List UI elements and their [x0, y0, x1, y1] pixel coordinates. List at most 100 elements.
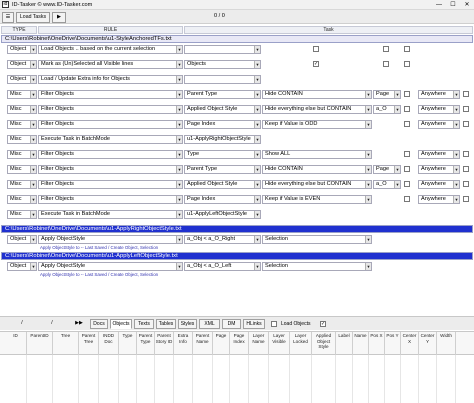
param2-select[interactable]: Hide CONTAIN ▼	[262, 165, 372, 174]
dropdown-arrow-icon[interactable]: ▼	[176, 46, 182, 53]
param1-select[interactable]: ▼	[184, 75, 261, 84]
param3-select[interactable]: Page ▼	[373, 165, 401, 174]
column-header-type[interactable]: Type	[119, 332, 137, 355]
dropdown-arrow-icon[interactable]: ▼	[453, 91, 459, 98]
checkbox[interactable]	[404, 61, 410, 67]
type-select[interactable]: Object ▼	[7, 235, 37, 244]
tab-styles[interactable]: Styles	[178, 319, 197, 329]
checkbox[interactable]	[463, 91, 469, 97]
type-select[interactable]: Misc ▼	[7, 105, 37, 114]
checkbox[interactable]	[404, 196, 410, 202]
dropdown-arrow-icon[interactable]: ▼	[254, 136, 260, 143]
dropdown-arrow-icon[interactable]: ▼	[30, 91, 36, 98]
checkbox[interactable]	[463, 121, 469, 127]
column-header-layer-visible[interactable]: Layer Visible	[269, 332, 290, 355]
type-select[interactable]: Misc ▼	[7, 210, 37, 219]
dropdown-arrow-icon[interactable]: ▼	[30, 136, 36, 143]
dropdown-arrow-icon[interactable]: ▼	[30, 151, 36, 158]
tab-dm[interactable]: DM	[222, 319, 241, 329]
column-header-parentid[interactable]: ParentID	[27, 332, 53, 355]
dropdown-arrow-icon[interactable]: ▼	[176, 121, 182, 128]
type-select[interactable]: Misc ▼	[7, 180, 37, 189]
dropdown-arrow-icon[interactable]: ▼	[365, 181, 371, 188]
column-header-layer-name[interactable]: Layer Name	[249, 332, 269, 355]
scope-select[interactable]: Anywhere ▼	[418, 165, 460, 174]
dropdown-arrow-icon[interactable]: ▼	[30, 196, 36, 203]
dropdown-arrow-icon[interactable]: ▼	[365, 166, 371, 173]
param1-select[interactable]: Objects ▼	[184, 60, 261, 69]
dropdown-arrow-icon[interactable]: ▼	[176, 181, 182, 188]
tab-xml[interactable]: XML	[199, 319, 220, 329]
checkbox[interactable]	[383, 61, 389, 67]
run-icon[interactable]: ▶	[52, 12, 66, 23]
dropdown-arrow-icon[interactable]: ▼	[176, 263, 182, 270]
menu-icon[interactable]: ☰	[2, 12, 14, 23]
checkbox[interactable]	[404, 121, 410, 127]
tab-tables[interactable]: Tables	[156, 319, 176, 329]
column-header-label[interactable]: Label	[336, 332, 353, 355]
dropdown-arrow-icon[interactable]: ▼	[30, 211, 36, 218]
type-select[interactable]: Object ▼	[7, 75, 37, 84]
column-header-parent-tree[interactable]: Parent Tree	[79, 332, 99, 355]
param2-select[interactable]: Keep if Value is ODD ▼	[262, 120, 372, 129]
dropdown-arrow-icon[interactable]: ▼	[254, 46, 260, 53]
dropdown-arrow-icon[interactable]: ▼	[176, 211, 182, 218]
dropdown-arrow-icon[interactable]: ▼	[254, 61, 260, 68]
scope-select[interactable]: Anywhere ▼	[418, 195, 460, 204]
rule-select[interactable]: Filter Objects ▼	[38, 90, 183, 99]
dropdown-arrow-icon[interactable]: ▼	[30, 236, 36, 243]
param2-select[interactable]: Show ALL ▼	[262, 150, 372, 159]
dropdown-arrow-icon[interactable]: ▼	[365, 121, 371, 128]
dropdown-arrow-icon[interactable]: ▼	[453, 106, 459, 113]
column-header-parent-name[interactable]: Parent Name	[193, 332, 213, 355]
param1-select[interactable]: u1-ApplyLeftObjectStyle ▼	[184, 210, 261, 219]
param2-select[interactable]: Selection ▼	[262, 262, 372, 271]
checkbox[interactable]	[463, 166, 469, 172]
param3-select[interactable]: a_O ▼	[373, 180, 401, 189]
rule-select[interactable]: Filter Objects ▼	[38, 195, 183, 204]
nav-prev-button[interactable]: /	[44, 319, 60, 329]
maximize-icon[interactable]: ☐	[446, 0, 460, 10]
dropdown-arrow-icon[interactable]: ▼	[30, 263, 36, 270]
close-icon[interactable]: ✕	[460, 0, 474, 10]
dropdown-arrow-icon[interactable]: ▼	[176, 76, 182, 83]
param3-select[interactable]: a_O ▼	[373, 105, 401, 114]
dropdown-arrow-icon[interactable]: ▼	[176, 236, 182, 243]
scope-select[interactable]: Anywhere ▼	[418, 150, 460, 159]
dropdown-arrow-icon[interactable]: ▼	[30, 181, 36, 188]
checkbox[interactable]	[404, 151, 410, 157]
scope-select[interactable]: Anywhere ▼	[418, 180, 460, 189]
rule-select[interactable]: Filter Objects ▼	[38, 150, 183, 159]
dropdown-arrow-icon[interactable]: ▼	[176, 136, 182, 143]
param2-select[interactable]: Keep if Value is EVEN ▼	[262, 195, 372, 204]
dropdown-arrow-icon[interactable]: ▼	[453, 196, 459, 203]
load-objects-toggle[interactable]: ✓	[320, 321, 326, 327]
rule-select[interactable]: Apply ObjectStyle ▼	[38, 262, 183, 271]
dropdown-arrow-icon[interactable]: ▼	[254, 181, 260, 188]
param1-select[interactable]: u1-ApplyRightObjectStyle ▼	[184, 135, 261, 144]
dropdown-arrow-icon[interactable]: ▼	[365, 236, 371, 243]
tab-texts[interactable]: Texts	[134, 319, 154, 329]
column-header-layer-locked[interactable]: Layer Locked	[290, 332, 312, 355]
tab-objects[interactable]: Objects	[110, 319, 132, 329]
checkbox[interactable]	[463, 196, 469, 202]
rule-select[interactable]: Execute Task in BatchMode ▼	[38, 210, 183, 219]
scope-select[interactable]: Anywhere ▼	[418, 90, 460, 99]
column-header-indd-doc[interactable]: INDD Doc	[99, 332, 119, 355]
param1-select[interactable]: Page Index ▼	[184, 120, 261, 129]
param1-select[interactable]: Applied Object Style ▼	[184, 180, 261, 189]
column-header-page[interactable]: Page	[213, 332, 230, 355]
tab-docs[interactable]: Docs	[90, 319, 108, 329]
minimize-icon[interactable]: —	[432, 0, 446, 10]
dropdown-arrow-icon[interactable]: ▼	[176, 61, 182, 68]
dropdown-arrow-icon[interactable]: ▼	[30, 106, 36, 113]
rule-select[interactable]: Mark as (Un)Selected all Visible lines ▼	[38, 60, 183, 69]
dropdown-arrow-icon[interactable]: ▼	[30, 46, 36, 53]
column-header-applied-object-style[interactable]: Applied Object Style	[312, 332, 336, 355]
file-path-row[interactable]: C:\Users\Robinet\OneDrive\Documents\u1-A…	[1, 252, 473, 260]
rule-select[interactable]: Filter Objects ▼	[38, 120, 183, 129]
checkbox[interactable]	[313, 46, 319, 52]
dropdown-arrow-icon[interactable]: ▼	[394, 166, 400, 173]
rule-select[interactable]: Load Objects .. based on the current sel…	[38, 45, 183, 54]
dropdown-arrow-icon[interactable]: ▼	[30, 76, 36, 83]
